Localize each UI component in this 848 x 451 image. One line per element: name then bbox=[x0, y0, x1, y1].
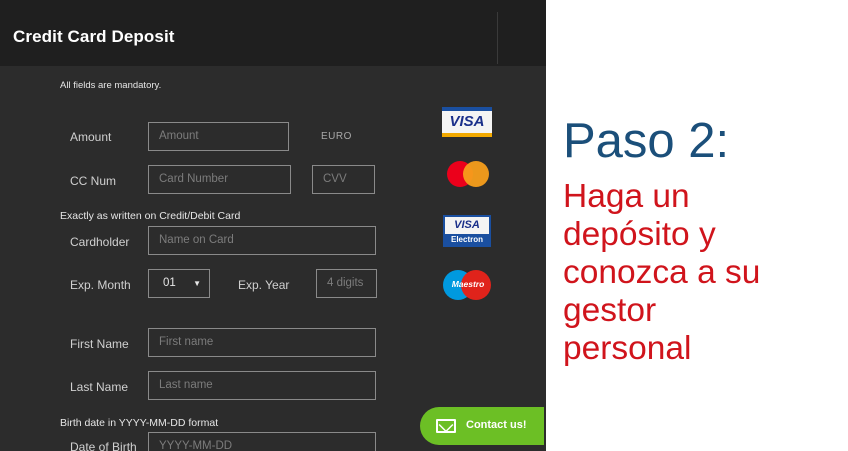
visa-electron-text: VISA bbox=[454, 219, 480, 231]
step-message-line: Haga un bbox=[563, 178, 690, 215]
step-message-line: gestor bbox=[563, 292, 657, 329]
exp-month-select[interactable]: 01 ▼ bbox=[148, 269, 210, 298]
electron-text: Electron bbox=[445, 234, 489, 246]
cardholder-label: Cardholder bbox=[70, 235, 130, 249]
cvv-input[interactable]: CVV bbox=[312, 165, 375, 194]
header-divider bbox=[497, 12, 498, 64]
cardholder-input[interactable]: Name on Card bbox=[148, 226, 376, 255]
form-header: Credit Card Deposit bbox=[0, 0, 546, 66]
last-name-input[interactable]: Last name bbox=[148, 371, 376, 400]
mastercard-logo bbox=[447, 160, 489, 190]
dob-label: Date of Birth bbox=[70, 440, 137, 451]
exp-month-label: Exp. Month bbox=[70, 278, 131, 292]
card-number-input[interactable]: Card Number bbox=[148, 165, 291, 194]
exp-year-label: Exp. Year bbox=[238, 278, 290, 292]
exp-year-input[interactable]: 4 digits bbox=[316, 269, 377, 298]
amount-input[interactable]: Amount bbox=[148, 122, 289, 151]
first-name-input[interactable]: First name bbox=[148, 328, 376, 357]
step-message: Haga un depósito y conozca a su gestor p… bbox=[563, 178, 843, 368]
step-message-line: conozca a su bbox=[563, 254, 761, 291]
maestro-text: Maestro bbox=[451, 279, 485, 289]
envelope-icon bbox=[436, 419, 456, 433]
cc-num-label: CC Num bbox=[70, 174, 117, 188]
dob-input[interactable]: YYYY-MM-DD bbox=[148, 432, 376, 451]
deposit-form-panel: Credit Card Deposit All fields are manda… bbox=[0, 0, 546, 451]
birth-note: Birth date in YYYY-MM-DD format bbox=[60, 417, 219, 429]
last-name-label: Last Name bbox=[70, 380, 129, 394]
visa-logo-text: VISA bbox=[449, 113, 485, 130]
step-message-line: depósito y bbox=[563, 216, 716, 253]
maestro-logo: Maestro bbox=[443, 270, 491, 300]
visa-electron-logo: VISA Electron bbox=[443, 215, 491, 247]
contact-us-button[interactable]: Contact us! bbox=[420, 407, 544, 445]
currency-label: EURO bbox=[321, 131, 352, 142]
form-title: Credit Card Deposit bbox=[13, 27, 175, 46]
mandatory-note: All fields are mandatory. bbox=[60, 80, 162, 91]
contact-us-label: Contact us! bbox=[466, 419, 527, 431]
amount-label: Amount bbox=[70, 130, 112, 144]
caret-down-icon: ▼ bbox=[193, 279, 201, 288]
card-note: Exactly as written on Credit/Debit Card bbox=[60, 210, 241, 222]
first-name-label: First Name bbox=[70, 337, 129, 351]
visa-logo: VISA bbox=[442, 107, 492, 137]
step-message-line: personal bbox=[563, 330, 692, 367]
exp-month-value: 01 bbox=[163, 277, 176, 289]
step-heading: Paso 2: bbox=[563, 114, 730, 168]
